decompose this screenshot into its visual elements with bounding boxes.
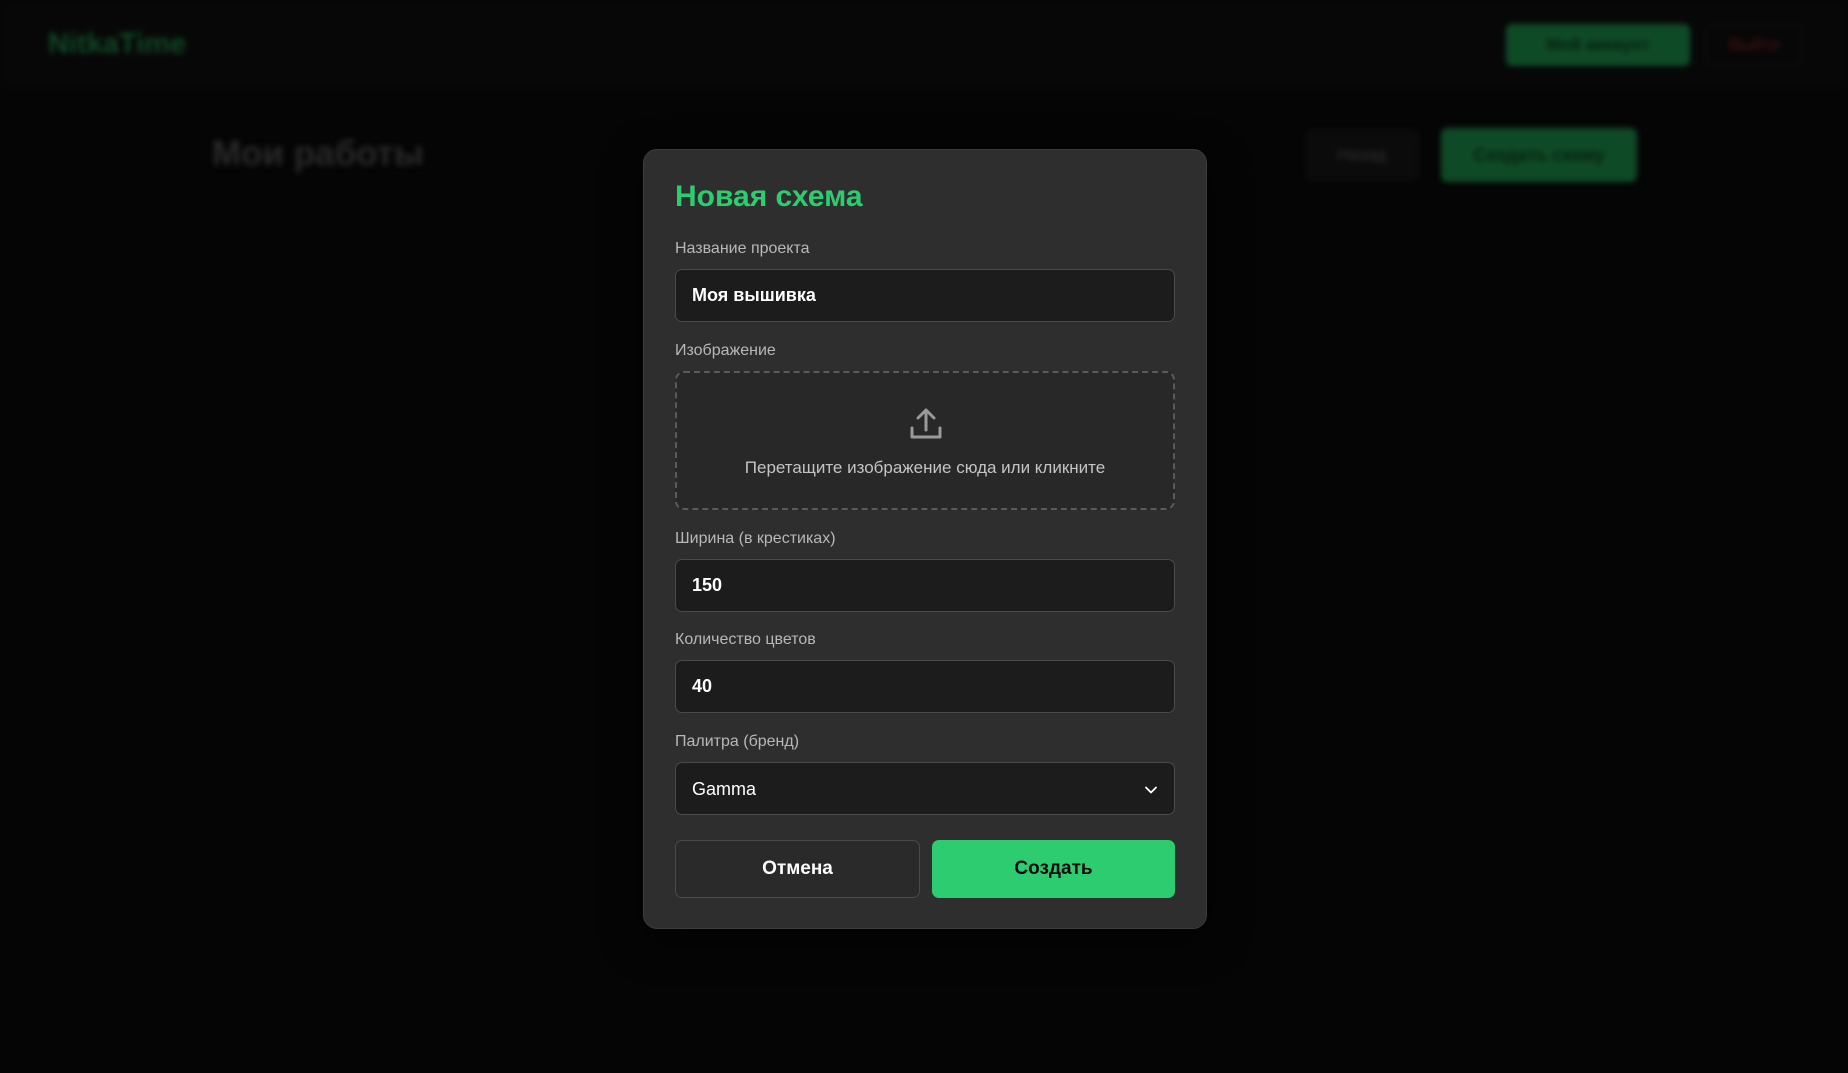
- image-label: Изображение: [675, 342, 776, 359]
- chevron-down-icon: [1145, 786, 1157, 794]
- project-name-input[interactable]: [675, 269, 1175, 322]
- width-label: Ширина (в крестиках): [675, 530, 836, 547]
- palette-select[interactable]: Gamma: [675, 762, 1175, 815]
- colors-count-label: Количество цветов: [675, 631, 816, 648]
- upload-icon: [910, 408, 942, 439]
- back-button: Назад: [1306, 130, 1418, 180]
- width-input[interactable]: [675, 559, 1175, 612]
- top-navigation-bar: NitkaTime Мой аккаунт Выйти: [0, 0, 1848, 88]
- image-dropzone[interactable]: Перетащите изображение сюда или кликните: [675, 371, 1175, 510]
- account-button: Мой аккаунт: [1506, 24, 1690, 66]
- cancel-button[interactable]: Отмена: [675, 840, 920, 898]
- modal-title: Новая схема: [675, 180, 863, 213]
- new-scheme-modal: Новая схема Название проекта Изображение…: [643, 149, 1207, 929]
- create-scheme-button: Создать схему: [1441, 128, 1637, 182]
- palette-selected-value: Gamma: [692, 779, 757, 799]
- logout-button: Выйти: [1706, 24, 1802, 66]
- app-logo: NitkaTime: [48, 28, 187, 60]
- page-title: Мои работы: [212, 134, 424, 173]
- palette-label: Палитра (бренд): [675, 733, 800, 750]
- project-name-label: Название проекта: [675, 240, 810, 257]
- dropzone-text: Перетащите изображение сюда или кликните: [744, 458, 1106, 477]
- colors-count-input[interactable]: [675, 660, 1175, 713]
- create-button[interactable]: Создать: [932, 840, 1175, 898]
